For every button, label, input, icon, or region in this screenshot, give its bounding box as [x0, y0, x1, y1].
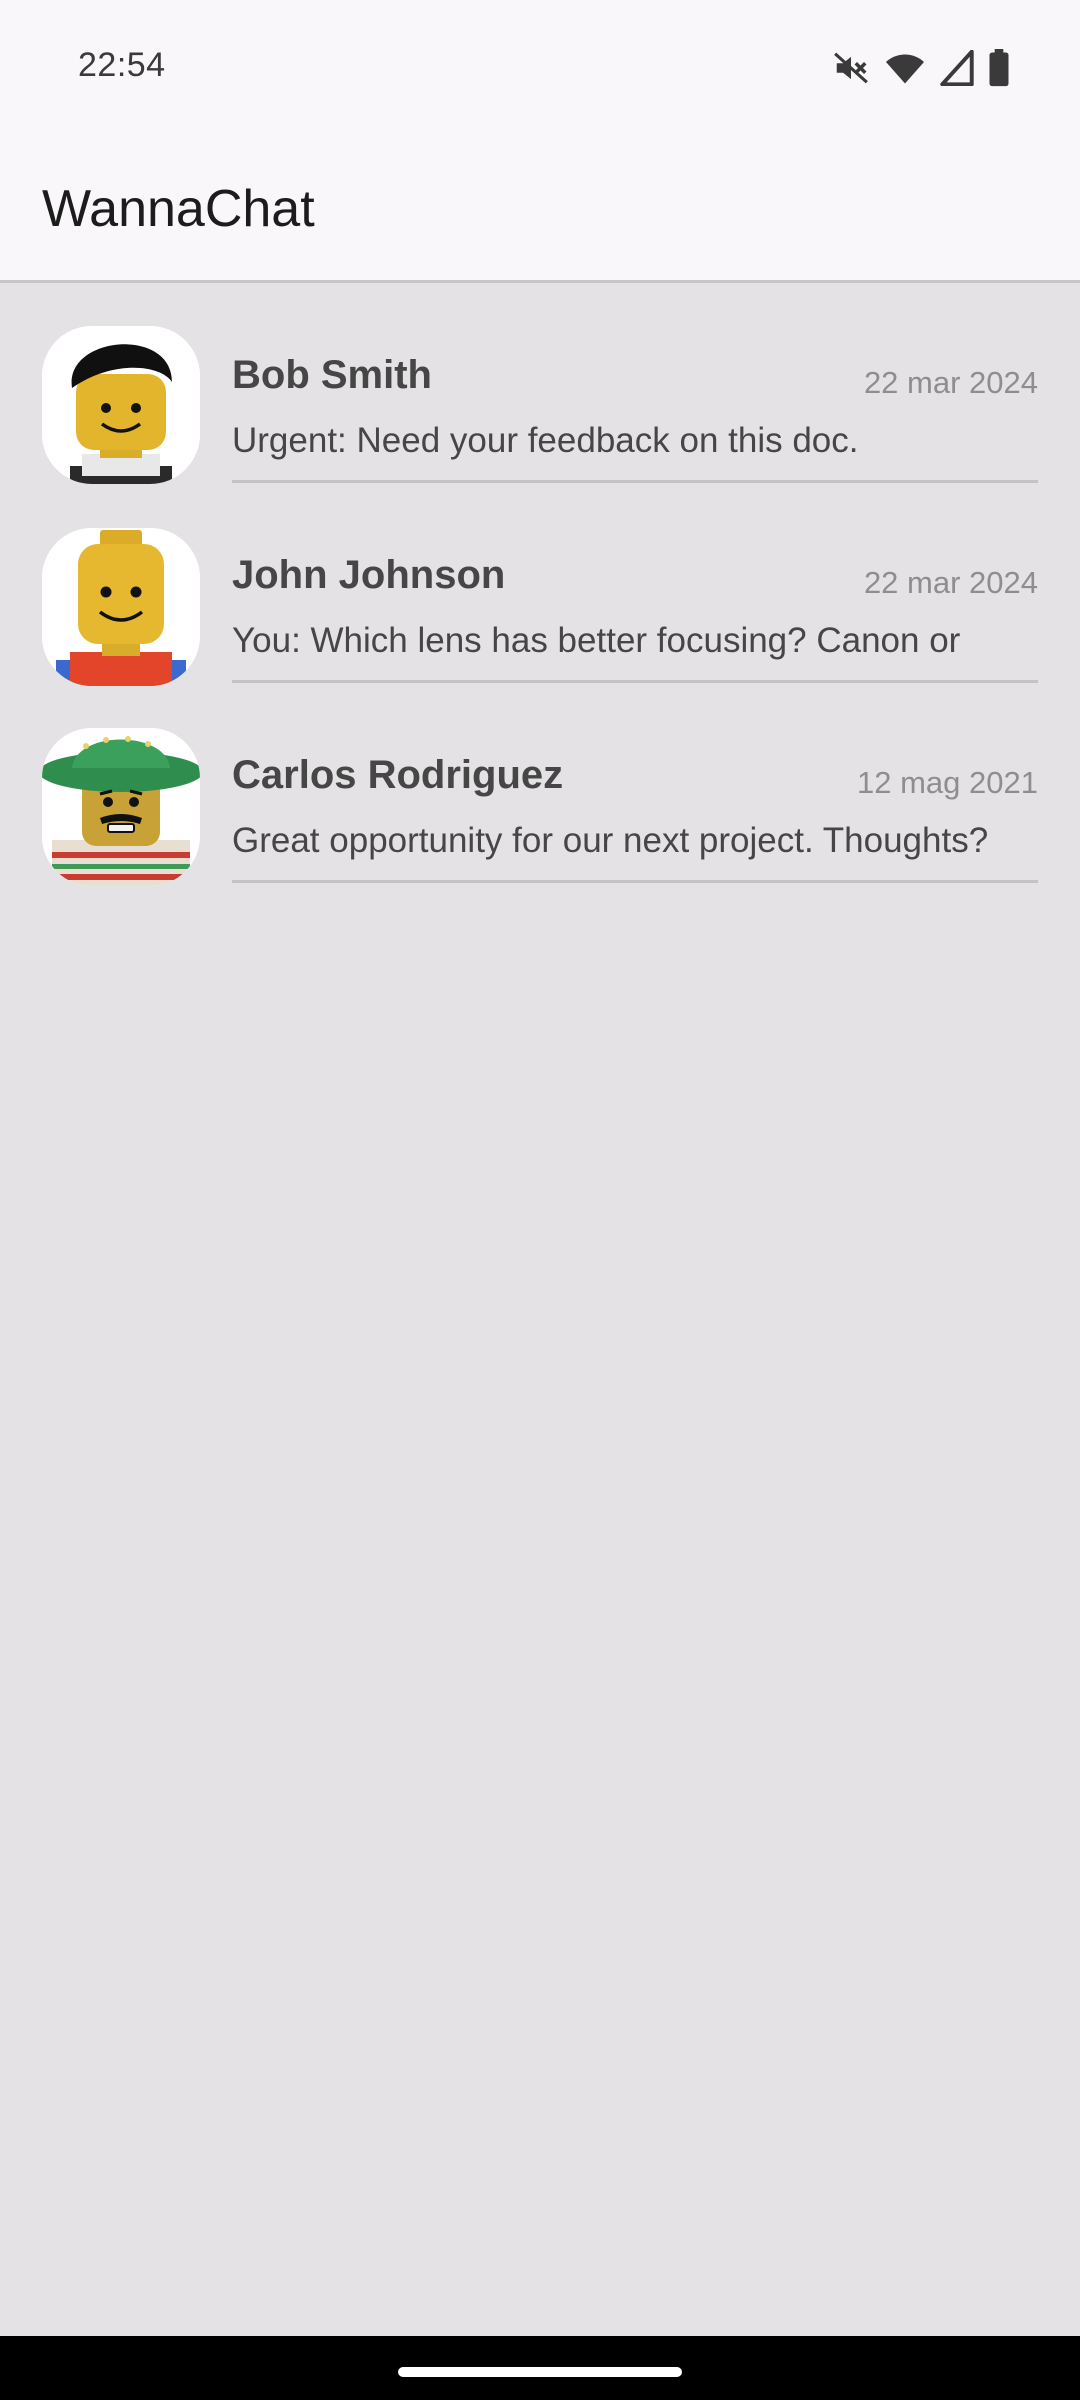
chat-row-bob-smith[interactable]: Bob Smith 22 mar 2024 Urgent: Need your … — [0, 283, 1080, 484]
battery-icon — [988, 49, 1010, 87]
message-preview: You: Which lens has better focusing? Can… — [232, 621, 961, 660]
message-date: 22 mar 2024 — [863, 365, 1038, 400]
message-preview: Urgent: Need your feedback on this doc. — [232, 421, 859, 460]
status-time: 22:54 — [78, 46, 166, 84]
chat-row-john-johnson[interactable]: John Johnson 22 mar 2024 You: Which lens… — [0, 483, 1080, 686]
chat-row-carlos-rodriguez[interactable]: Carlos Rodriguez 12 mag 2021 Great oppor… — [0, 683, 1080, 886]
contact-name: John Johnson — [232, 553, 506, 597]
app-bar: WannaChat — [0, 135, 1080, 283]
chat-row-content: Bob Smith 22 mar 2024 Urgent: Need your … — [232, 283, 1038, 483]
chat-row-content: Carlos Rodriguez 12 mag 2021 Great oppor… — [232, 683, 1038, 883]
message-date: 22 mar 2024 — [863, 565, 1038, 600]
contact-name: Bob Smith — [232, 353, 432, 397]
wifi-icon — [884, 49, 926, 87]
message-date: 12 mag 2021 — [857, 765, 1038, 800]
lego-minifig-black-hair-avatar[interactable] — [42, 326, 200, 484]
chat-list: Bob Smith 22 mar 2024 Urgent: Need your … — [0, 283, 1080, 886]
status-icons — [832, 46, 1010, 90]
mute-icon — [832, 49, 870, 87]
message-preview: Great opportunity for our next project. … — [232, 821, 989, 860]
contact-name: Carlos Rodriguez — [232, 753, 564, 797]
chat-row-content: John Johnson 22 mar 2024 You: Which lens… — [232, 483, 1038, 683]
lego-minifig-classic-avatar[interactable] — [42, 528, 200, 686]
status-bar: 22:54 — [0, 0, 1080, 135]
app-title: WannaChat — [42, 180, 315, 238]
lego-minifig-sombrero-avatar[interactable] — [42, 728, 200, 886]
home-gesture-handle[interactable] — [398, 2367, 682, 2377]
cellular-signal-icon — [940, 50, 974, 86]
